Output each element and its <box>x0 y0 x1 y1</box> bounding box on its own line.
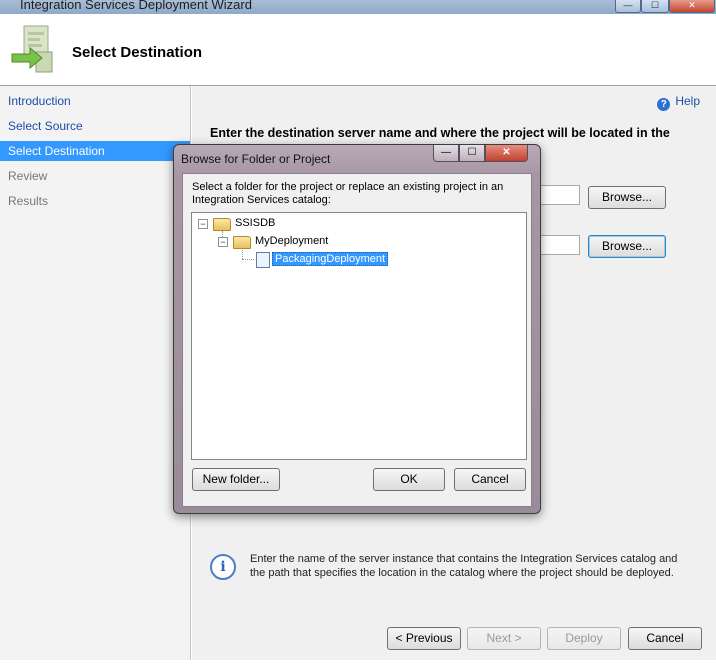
project-icon <box>256 252 270 268</box>
selected-node-label: PackagingDeployment <box>272 252 389 266</box>
close-icon: ✕ <box>502 147 511 158</box>
help-icon: ? <box>657 98 671 111</box>
page-title: Select Destination <box>72 44 203 61</box>
info-text: Enter the name of the server instance th… <box>250 553 678 579</box>
folder-open-icon <box>213 218 231 231</box>
expander-collapse-icon[interactable]: − <box>198 219 208 229</box>
dialog-prompt: Select a folder for the project or repla… <box>192 181 504 206</box>
dialog-maximize-button[interactable]: ☐ <box>459 145 485 162</box>
dialog-minimize-button[interactable]: — <box>433 145 459 162</box>
tree-node-packagingdeployment[interactable]: PackagingDeployment <box>272 251 389 267</box>
browse-path-button[interactable]: Browse... <box>588 235 666 258</box>
previous-button[interactable]: < Previous <box>387 627 461 650</box>
info-icon: i <box>210 554 236 580</box>
wizard-header: Select Destination <box>0 14 716 86</box>
dialog-cancel-button[interactable]: Cancel <box>454 468 526 491</box>
minimize-icon: — <box>623 0 633 10</box>
wizard-logo-icon <box>10 24 56 74</box>
new-folder-button[interactable]: New folder... <box>192 468 280 491</box>
next-button: Next > <box>467 627 541 650</box>
wizard-steps-nav: Introduction Select Source Select Destin… <box>0 86 191 660</box>
tree-connector <box>242 259 254 260</box>
tree-node-mydeployment[interactable]: MyDeployment <box>255 233 328 249</box>
help-link[interactable]: ? Help <box>657 94 700 111</box>
window-maximize-button[interactable]: ☐ <box>641 0 669 13</box>
window-titlebar: Integration Services Deployment Wizard —… <box>0 0 716 14</box>
instruction-text: Enter the destination server name and wh… <box>210 126 670 140</box>
dialog-title: Browse for Folder or Project <box>181 152 331 166</box>
nav-item-select-destination[interactable]: Select Destination <box>0 141 190 161</box>
dialog-close-button[interactable]: ✕ <box>485 145 528 162</box>
nav-item-introduction[interactable]: Introduction <box>0 91 190 111</box>
window-minimize-button[interactable]: — <box>615 0 641 13</box>
folder-open-icon <box>233 236 251 249</box>
cancel-button[interactable]: Cancel <box>628 627 702 650</box>
window-close-button[interactable]: ✕ <box>669 0 715 13</box>
tree-node-ssisdb[interactable]: SSISDB <box>235 215 275 231</box>
window-title: Integration Services Deployment Wizard <box>20 0 252 12</box>
expander-collapse-icon[interactable]: − <box>218 237 228 247</box>
maximize-icon: ☐ <box>650 0 660 10</box>
help-label: Help <box>675 94 700 108</box>
nav-item-results: Results <box>8 194 49 208</box>
dialog-body: Select a folder for the project or repla… <box>182 173 532 507</box>
maximize-icon: ☐ <box>467 147 477 158</box>
ok-button[interactable]: OK <box>373 468 445 491</box>
info-panel: i Enter the name of the server instance … <box>210 550 710 590</box>
catalog-tree[interactable]: − SSISDB − MyDeployment PackagingDeploym… <box>191 212 527 460</box>
browse-dialog: Browse for Folder or Project — ☐ ✕ Selec… <box>173 144 541 514</box>
minimize-icon: — <box>441 147 451 158</box>
browse-server-button[interactable]: Browse... <box>588 186 666 209</box>
deploy-button: Deploy <box>547 627 621 650</box>
close-icon: ✕ <box>688 0 696 10</box>
nav-item-review: Review <box>8 169 48 183</box>
nav-item-select-source[interactable]: Select Source <box>0 116 190 136</box>
